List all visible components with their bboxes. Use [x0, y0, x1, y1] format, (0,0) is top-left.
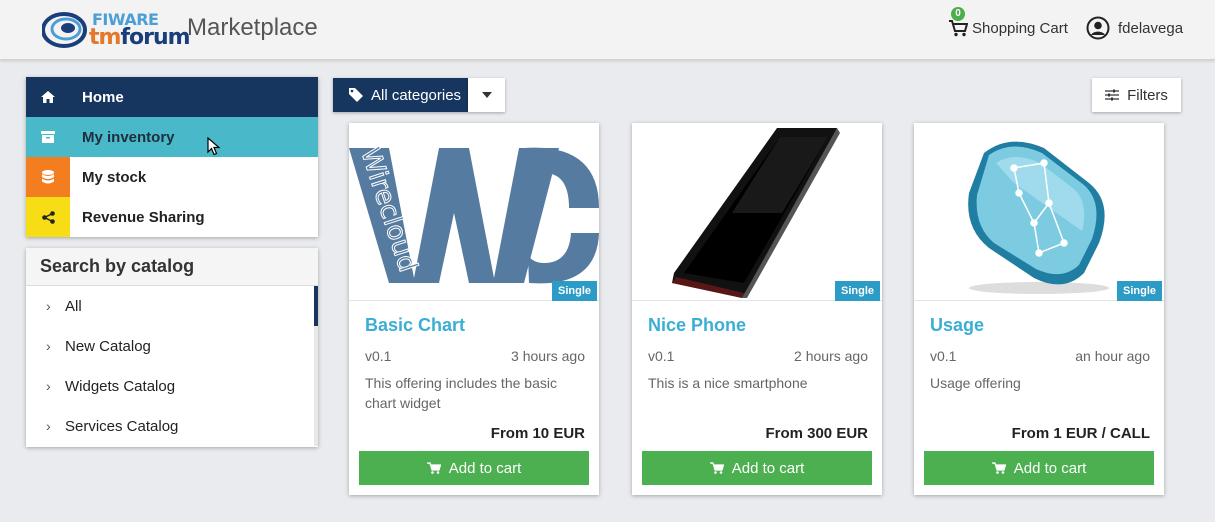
catalog-item-all[interactable]: › All: [26, 286, 318, 326]
tag-icon: [349, 88, 363, 102]
add-to-cart-button[interactable]: Add to cart: [642, 451, 872, 485]
svg-text:Wirecloud: Wirecloud: [354, 144, 422, 276]
add-to-cart-button[interactable]: Add to cart: [359, 451, 589, 485]
user-icon: [1086, 16, 1110, 40]
offering-timestamp: 3 hours ago: [511, 348, 585, 364]
offering-description: This is a nice smartphone: [648, 375, 808, 391]
offering-version: v0.1: [930, 348, 957, 364]
username: fdelavega: [1118, 19, 1184, 37]
app-title: Marketplace: [187, 14, 318, 41]
cart-icon: [991, 462, 1006, 474]
chevron-right-icon: ›: [46, 378, 51, 394]
catalog-panel: Search by catalog › All › New Catalog › …: [26, 248, 318, 447]
database-icon: [26, 157, 70, 197]
catalog-item-services-catalog[interactable]: › Services Catalog: [26, 406, 318, 446]
cart-icon: [709, 462, 724, 474]
top-header: FIWARE tmforum Marketplace Shopping Cart…: [0, 0, 1215, 60]
logo-tmforum-text: tmforum: [89, 25, 191, 50]
sidebar-item-home[interactable]: Home: [26, 77, 318, 117]
sidebar-item-label: My inventory: [82, 128, 175, 146]
catalog-panel-title: Search by catalog: [26, 248, 318, 286]
catalog-item-widgets-catalog[interactable]: › Widgets Catalog: [26, 366, 318, 406]
offering-price: From 10 EUR: [490, 425, 585, 442]
sidebar-item-label: Revenue Sharing: [82, 208, 205, 226]
categories-dropdown-toggle[interactable]: [468, 78, 505, 112]
offering-version: v0.1: [648, 348, 675, 364]
add-to-cart-button[interactable]: Add to cart: [924, 451, 1154, 485]
offering-price: From 1 EUR / CALL: [1011, 425, 1150, 442]
filters-button-label: Filters: [1127, 86, 1168, 104]
shopping-cart-label: Shopping Cart: [972, 19, 1068, 37]
cart-icon: [949, 20, 968, 37]
catalog-list: › All › New Catalog › Widgets Catalog › …: [26, 286, 318, 446]
filters-button[interactable]: Filters: [1092, 78, 1181, 112]
sidebar-item-label: My stock: [82, 168, 147, 186]
sidebar-item-revenue-sharing[interactable]: Revenue Sharing: [26, 197, 318, 237]
offering-type-badge: Single: [1116, 281, 1162, 301]
caret-down-icon: [481, 92, 492, 98]
offering-card[interactable]: Wirecloud Single Basic Chart v0.1 3 hour…: [349, 123, 599, 495]
offering-card[interactable]: Single Nice Phone v0.1 2 hours ago This …: [632, 123, 882, 495]
fiware-tmforum-logo[interactable]: FIWARE tmforum: [42, 8, 191, 50]
sliders-icon: [1105, 89, 1120, 101]
offering-timestamp: 2 hours ago: [794, 348, 868, 364]
sidebar-item-label: Home: [82, 88, 124, 106]
offering-description: Usage offering: [930, 375, 1021, 391]
chevron-right-icon: ›: [46, 298, 51, 314]
cart-count-badge: 0: [951, 7, 965, 21]
sidebar-item-my-stock[interactable]: My stock: [26, 157, 318, 197]
sidebar-item-my-inventory[interactable]: My inventory: [26, 117, 318, 157]
catalog-item-label: Widgets Catalog: [65, 377, 176, 395]
catalog-scrollbar[interactable]: [314, 286, 318, 326]
add-to-cart-label: Add to cart: [731, 459, 805, 477]
offering-image[interactable]: [914, 123, 1164, 301]
sidebar-nav: Home My inventory My stock Revenue Shari…: [26, 77, 318, 237]
shopping-cart-link[interactable]: Shopping Cart: [948, 17, 1068, 39]
offering-timestamp: an hour ago: [1075, 348, 1150, 364]
home-icon: [26, 77, 70, 117]
offering-title[interactable]: Usage: [930, 315, 984, 336]
categories-button-label: All categories: [371, 86, 462, 104]
catalog-item-new-catalog[interactable]: › New Catalog: [26, 326, 318, 366]
logo-swirl-icon: [42, 12, 87, 48]
user-menu[interactable]: fdelavega: [1086, 15, 1183, 41]
categories-button[interactable]: All categories: [333, 78, 468, 112]
wirecloud-logo-icon: Wirecloud: [349, 143, 599, 284]
usage-constellation-icon: [968, 141, 1109, 294]
offering-image[interactable]: Wirecloud: [349, 123, 599, 301]
add-to-cart-label: Add to cart: [1013, 459, 1087, 477]
add-to-cart-label: Add to cart: [448, 459, 522, 477]
offering-card[interactable]: Single Usage v0.1 an hour ago Usage offe…: [914, 123, 1164, 495]
offering-description: This offering includes the basic chart w…: [365, 375, 557, 411]
chevron-right-icon: ›: [46, 418, 51, 434]
smartphone-image-icon: [672, 128, 840, 298]
share-icon: [26, 197, 70, 237]
catalog-item-label: New Catalog: [65, 337, 151, 355]
offering-title[interactable]: Basic Chart: [365, 315, 465, 336]
catalog-item-label: Services Catalog: [65, 417, 179, 435]
offering-image[interactable]: [632, 123, 882, 301]
offering-type-badge: Single: [834, 281, 880, 301]
offering-type-badge: Single: [551, 281, 597, 301]
mouse-cursor-icon: [207, 137, 221, 156]
archive-icon: [26, 117, 70, 157]
offering-title[interactable]: Nice Phone: [648, 315, 746, 336]
chevron-right-icon: ›: [46, 338, 51, 354]
offering-price: From 300 EUR: [765, 425, 868, 442]
catalog-item-label: All: [65, 297, 82, 315]
offering-version: v0.1: [365, 348, 392, 364]
cart-icon: [426, 462, 441, 474]
